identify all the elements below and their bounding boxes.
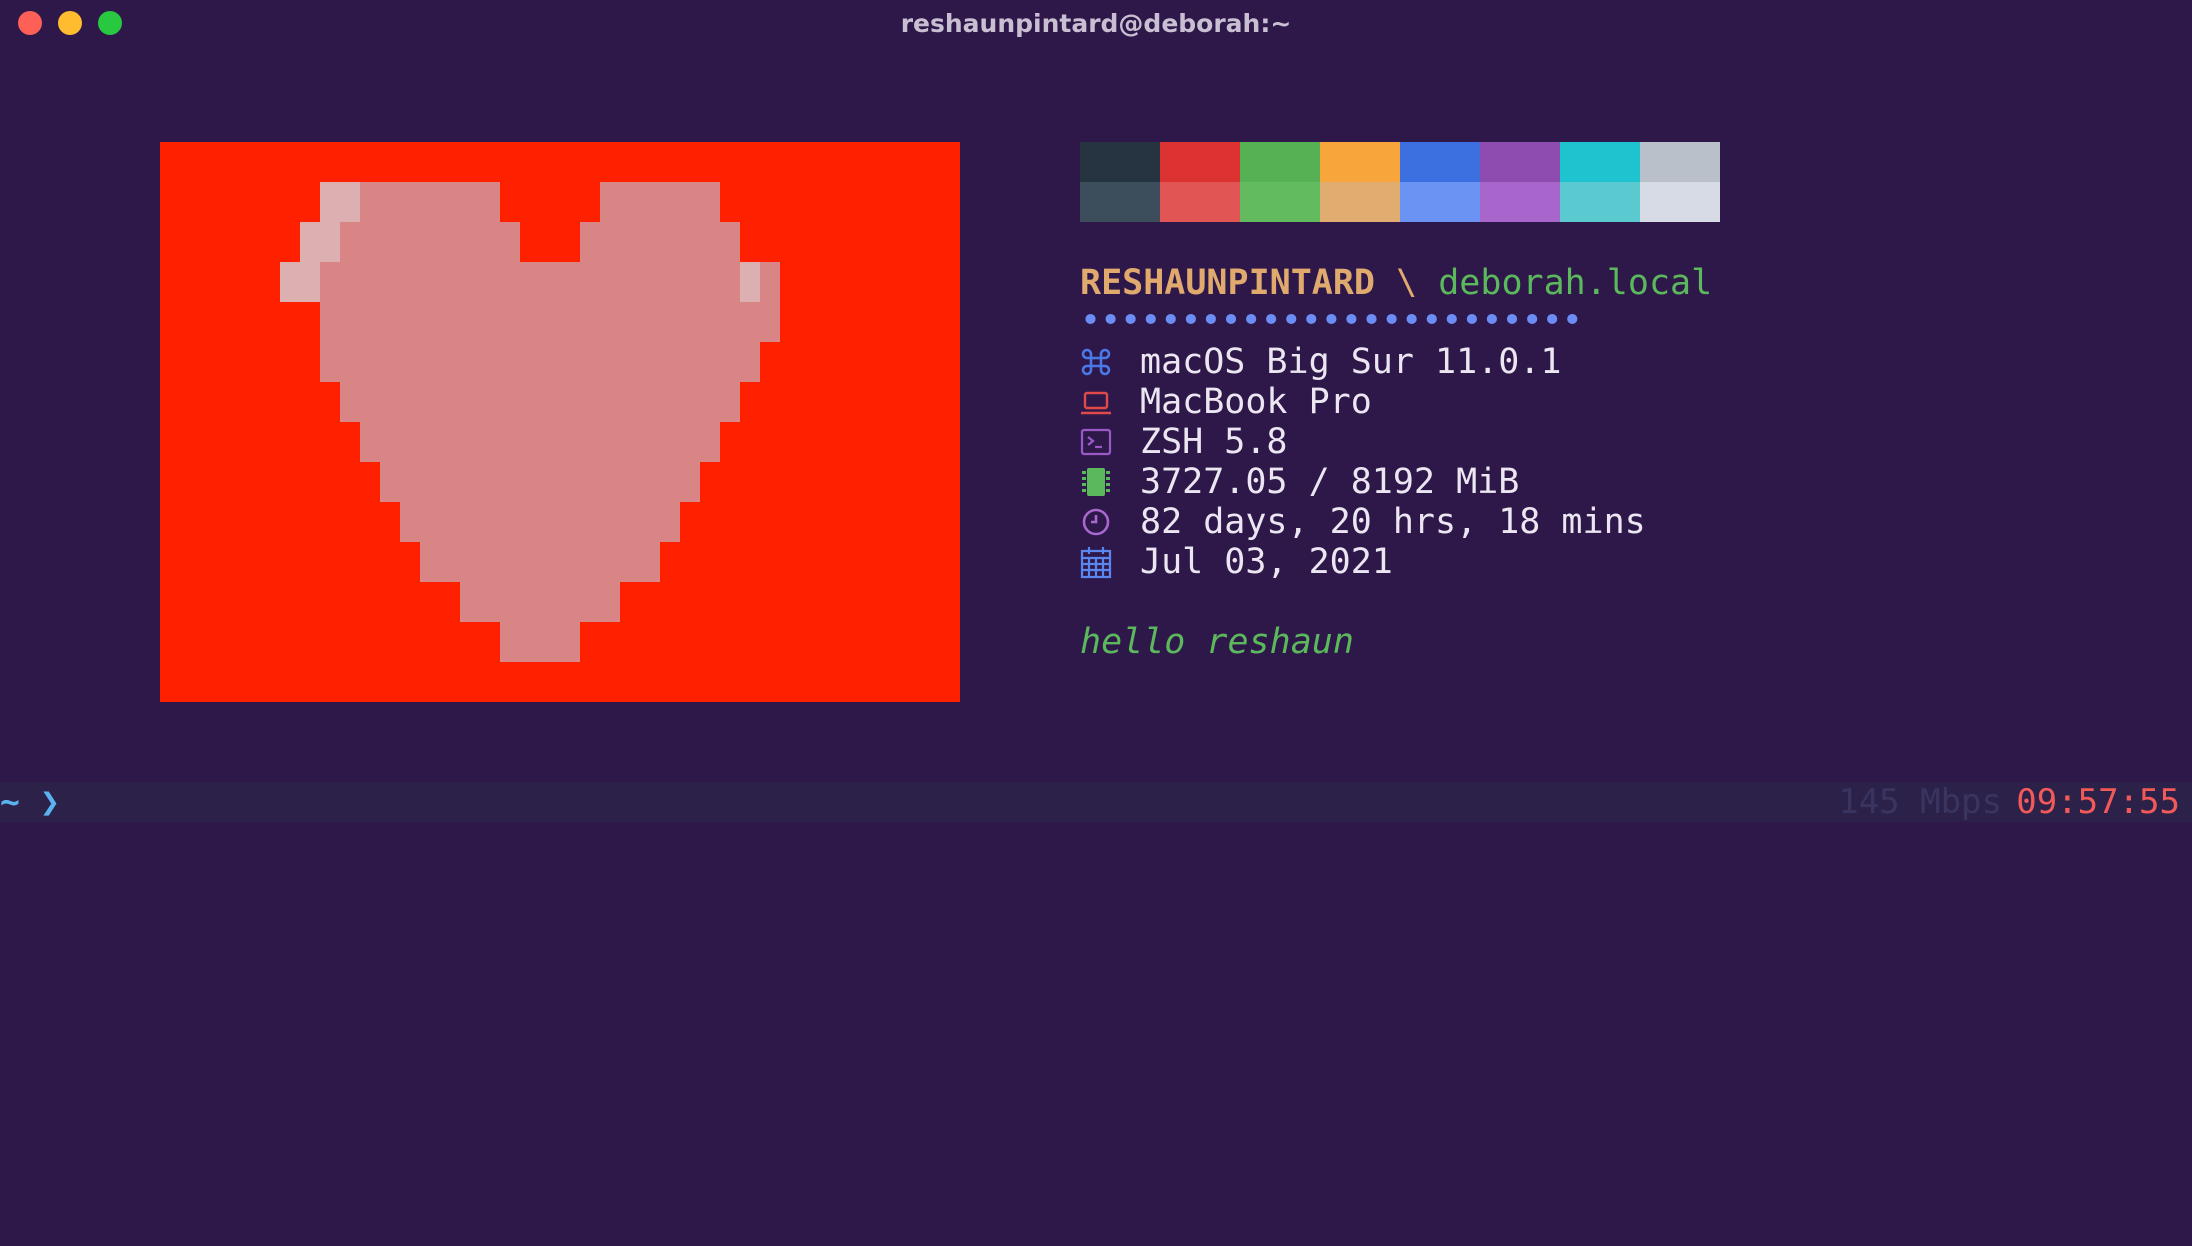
shell-prompt[interactable]: ~ ❯ 145 Mbps 09:57:55 bbox=[0, 782, 2192, 822]
heart-pixel-row bbox=[460, 582, 620, 622]
heart-pixel-row bbox=[320, 302, 780, 342]
palette-swatch-normal-4 bbox=[1400, 142, 1480, 182]
shell-version: ZSH 5.8 bbox=[1140, 422, 1288, 462]
palette-swatch-bright-3 bbox=[1320, 182, 1400, 222]
heart-pixel-row bbox=[340, 222, 520, 262]
command-icon bbox=[1080, 345, 1112, 379]
heart-pixel-row bbox=[380, 462, 700, 502]
palette-swatch-normal-2 bbox=[1240, 142, 1320, 182]
palette-swatch-bright-5 bbox=[1480, 182, 1560, 222]
memory-usage: 3727.05 / 8192 MiB bbox=[1140, 462, 1520, 502]
palette-swatch-normal-0 bbox=[1080, 142, 1160, 182]
heart-pixel-row bbox=[500, 622, 580, 662]
os-version: macOS Big Sur 11.0.1 bbox=[1140, 342, 1562, 382]
palette-swatch-bright-2 bbox=[1240, 182, 1320, 222]
dotted-divider: ••••••••••••••••••••••••• bbox=[1080, 301, 1583, 341]
palette-swatch-normal-5 bbox=[1480, 142, 1560, 182]
heart-pixel-row bbox=[600, 182, 720, 222]
palette-swatch-normal-3 bbox=[1320, 142, 1400, 182]
heart-pixel-row bbox=[320, 262, 780, 302]
greeting-message: hello reshaun bbox=[1080, 622, 1354, 662]
header-separator: \ bbox=[1375, 263, 1439, 303]
palette-swatch-normal-6 bbox=[1560, 142, 1640, 182]
uptime: 82 days, 20 hrs, 18 mins bbox=[1140, 502, 1646, 542]
heart-pixel-row bbox=[340, 382, 740, 422]
machine-model: MacBook Pro bbox=[1140, 382, 1372, 422]
heart-pixel-row bbox=[320, 342, 760, 382]
palette-swatch-bright-0 bbox=[1080, 182, 1160, 222]
palette-swatch-normal-7 bbox=[1640, 142, 1720, 182]
title-bar: reshaunpintard@deborah:~ bbox=[0, 0, 2192, 48]
heart-pixel-row bbox=[340, 182, 500, 222]
hostname: deborah.local bbox=[1438, 263, 1713, 303]
username: RESHAUNPINTARD bbox=[1080, 263, 1376, 303]
heart-pixel-row bbox=[400, 502, 680, 542]
network-speed: 145 Mbps bbox=[1838, 782, 2002, 822]
current-date: Jul 03, 2021 bbox=[1140, 542, 1393, 582]
clock-icon bbox=[1080, 505, 1112, 539]
heart-highlight bbox=[320, 182, 360, 222]
palette-swatch-bright-1 bbox=[1160, 182, 1240, 222]
heart-highlight bbox=[300, 222, 340, 262]
palette-swatch-bright-6 bbox=[1560, 182, 1640, 222]
calendar-icon bbox=[1080, 545, 1112, 579]
heart-pixel-art bbox=[160, 142, 960, 702]
prompt-caret-icon: ❯ bbox=[40, 782, 60, 821]
palette-swatch-normal-1 bbox=[1160, 142, 1240, 182]
heart-pixel-row bbox=[580, 222, 740, 262]
memory-chip-icon bbox=[1080, 465, 1112, 499]
terminal-icon bbox=[1080, 425, 1112, 459]
palette-swatch-bright-4 bbox=[1400, 182, 1480, 222]
heart-pixel-row bbox=[420, 542, 660, 582]
laptop-icon bbox=[1080, 385, 1112, 419]
palette-swatch-bright-7 bbox=[1640, 182, 1720, 222]
heart-highlight bbox=[280, 262, 320, 302]
color-palette bbox=[1080, 142, 1720, 222]
heart-highlight bbox=[740, 262, 760, 302]
heart-pixel-row bbox=[360, 422, 720, 462]
window-title: reshaunpintard@deborah:~ bbox=[900, 9, 1292, 38]
prompt-cwd: ~ bbox=[0, 782, 20, 821]
prompt-time: 09:57:55 bbox=[2016, 782, 2180, 822]
